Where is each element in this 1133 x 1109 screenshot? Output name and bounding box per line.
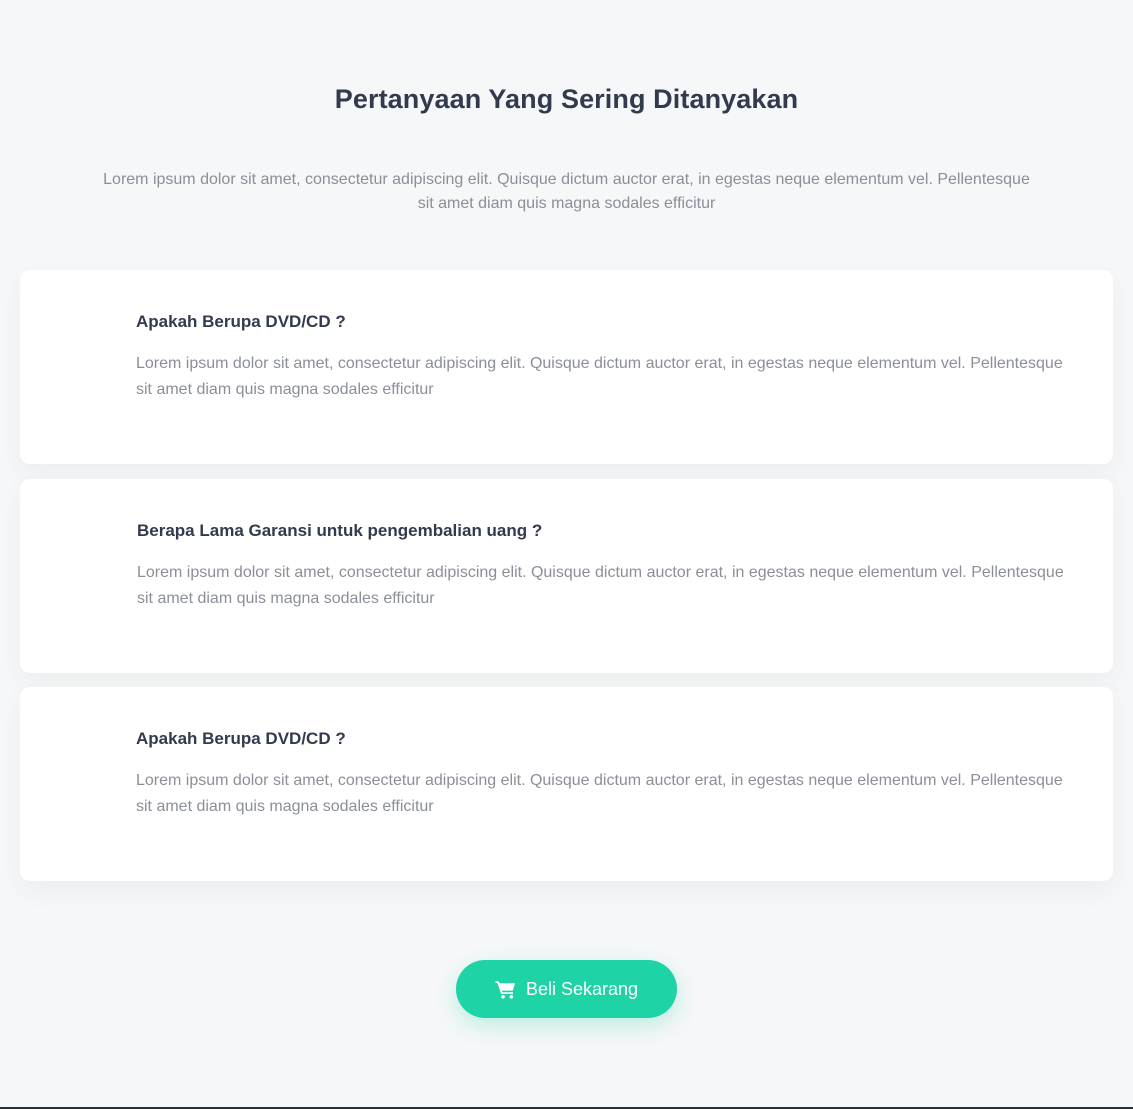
faq-section: Pertanyaan Yang Sering Ditanyakan Lorem … [0, 0, 1133, 1107]
buy-now-button[interactable]: Beli Sekarang [456, 960, 677, 1018]
faq-question: Berapa Lama Garansi untuk pengembalian u… [137, 521, 543, 540]
faq-question: Apakah Berupa DVD/CD ? [136, 312, 346, 331]
faq-item[interactable]: Apakah Berupa DVD/CD ? Lorem ipsum dolor… [20, 270, 1113, 464]
faq-item[interactable]: Apakah Berupa DVD/CD ? Lorem ipsum dolor… [20, 687, 1113, 881]
shopping-cart-icon [495, 980, 516, 999]
page-title: Pertanyaan Yang Sering Ditanyakan [334, 84, 799, 114]
section-subtitle: Lorem ipsum dolor sit amet, consectetur … [103, 171, 1030, 212]
faq-answer: Lorem ipsum dolor sit amet, consectetur … [137, 564, 1064, 607]
faq-item[interactable]: Berapa Lama Garansi untuk pengembalian u… [20, 479, 1113, 673]
faq-question: Apakah Berupa DVD/CD ? [136, 729, 346, 748]
faq-answer: Lorem ipsum dolor sit amet, consectetur … [136, 772, 1063, 815]
faq-answer: Lorem ipsum dolor sit amet, consectetur … [136, 355, 1063, 398]
buy-now-label: Beli Sekarang [525, 978, 639, 999]
